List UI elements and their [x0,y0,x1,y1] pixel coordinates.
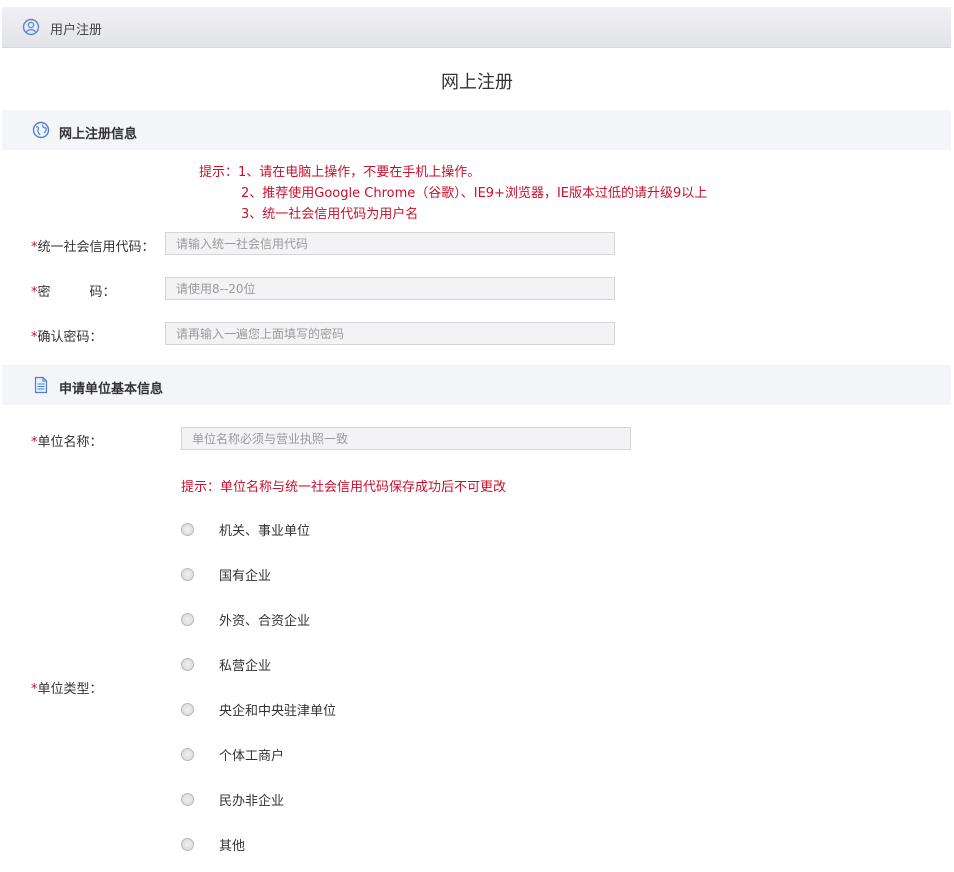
document-icon [34,376,48,394]
unit-name-notice: 提示：单位名称与统一社会信用代码保存成功后不可更改 [181,480,507,495]
radio-button[interactable] [181,703,194,716]
credit-code-input[interactable] [165,232,615,255]
confirm-password-input[interactable] [165,322,615,345]
radio-button[interactable] [181,613,194,626]
password-label: *密 码： [31,285,116,300]
section-registration-info: 网上注册信息 [2,110,951,150]
password-input[interactable] [165,277,615,300]
notice-line-2: 2、推荐使用Google Chrome（谷歌）、IE9+浏览器，IE版本过低的请… [241,186,708,201]
page-title: 网上注册 [441,72,513,93]
radio-button[interactable] [181,568,194,581]
confirm-password-label: *确认密码： [31,330,103,345]
radio-button[interactable] [181,748,194,761]
credit-code-label: *统一社会信用代码： [31,240,155,255]
unit-name-input[interactable] [181,427,631,450]
radio-button[interactable] [181,658,194,671]
top-bar: 用户注册 [2,7,951,48]
header-title: 用户注册 [50,23,103,38]
radio-button[interactable] [181,523,194,536]
user-circle-icon [22,18,40,36]
globe-icon [32,121,50,139]
notice-line-3: 3、统一社会信用代码为用户名 [241,207,419,222]
section-unit-info: 申请单位基本信息 [2,365,951,405]
radio-button[interactable] [181,838,194,851]
unit-type-label: *单位类型： [31,682,103,697]
section-title: 申请单位基本信息 [59,382,164,397]
radio-button[interactable] [181,793,194,806]
section-title: 网上注册信息 [59,127,138,142]
unit-name-label: *单位名称： [31,435,103,450]
notice-line-1: 提示：1、请在电脑上操作，不要在手机上操作。 [199,165,481,180]
